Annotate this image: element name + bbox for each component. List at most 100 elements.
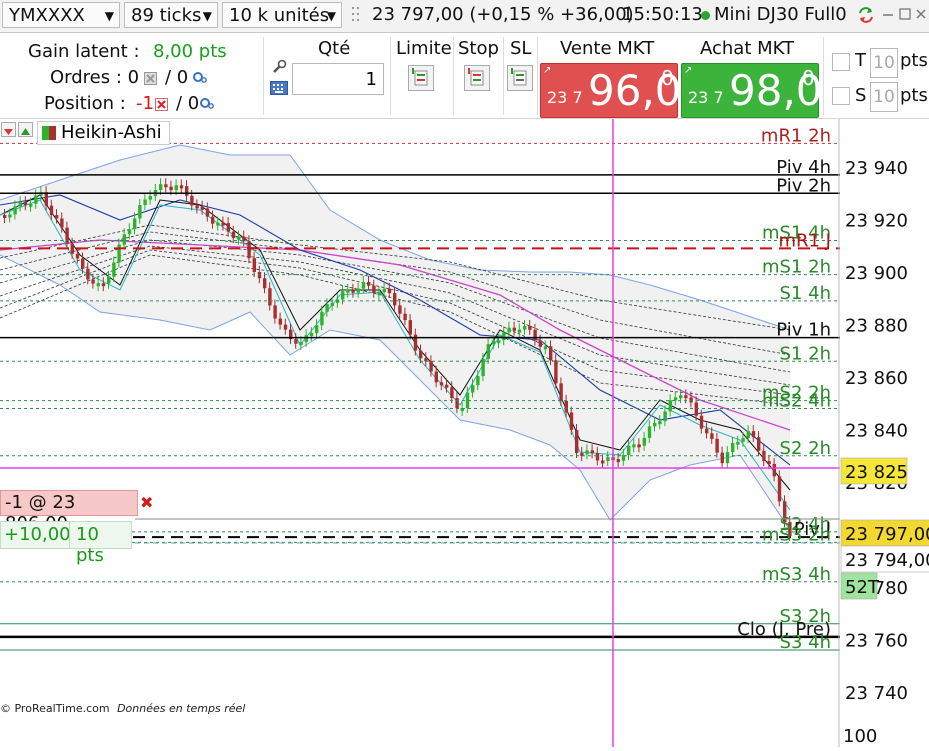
candle-body — [179, 185, 184, 189]
instrument-dropdown[interactable]: YMXXXX ▼ — [2, 2, 120, 28]
candle-body — [86, 268, 90, 280]
status-dot-icon — [701, 11, 710, 20]
candle-body — [616, 459, 620, 463]
units-dropdown[interactable]: 10 k unités ▼ — [222, 2, 342, 28]
candle-body — [757, 437, 761, 451]
stop-loss-icon[interactable] — [507, 65, 533, 91]
stop-loss-checkbox[interactable] — [832, 87, 850, 105]
candle-body — [517, 329, 522, 333]
candle-body — [96, 283, 100, 287]
candle-body — [231, 231, 236, 239]
candle-body — [320, 311, 324, 326]
level-label: Piv 2h — [776, 175, 831, 196]
bull-swatch-icon — [42, 126, 49, 140]
candle-body — [356, 288, 360, 293]
close-position-icon[interactable]: ✖ — [140, 493, 153, 512]
candle-body — [211, 216, 215, 224]
divider — [823, 37, 824, 115]
minimize-icon[interactable] — [881, 6, 895, 20]
sell-market-button[interactable]: ↗ 23 7 96,0 0 — [540, 63, 682, 118]
stop-loss-input[interactable]: 10 — [870, 82, 898, 112]
candle-body — [164, 184, 168, 188]
sell-price-sup: 0 — [661, 66, 674, 90]
candle-body — [491, 340, 496, 345]
candle-body — [221, 222, 225, 226]
candle-body — [387, 288, 392, 294]
take-profit-checkbox[interactable] — [832, 53, 850, 71]
candle-body — [528, 325, 532, 330]
candle-body — [731, 442, 735, 453]
sell-price-small: 23 7 — [547, 88, 583, 107]
limit-order-icon[interactable] — [408, 65, 434, 91]
candle-body — [408, 320, 412, 335]
product-name: Mini DJ30 Full0 — [701, 4, 847, 25]
ticks-label: 89 ticks — [131, 5, 202, 26]
buy-market-button[interactable]: ↗ 23 7 98,0 0 — [681, 63, 823, 118]
close-position-icon[interactable] — [155, 96, 168, 111]
candle-body — [647, 426, 652, 438]
chart-canvas[interactable]: mR1 2hPiv 4hPiv 2hmS1 4hmR1 JmS1 2hS1 4h… — [0, 119, 929, 747]
candle-body — [663, 411, 667, 422]
product-label: Mini DJ30 Full0 — [714, 4, 847, 25]
level-label: S3 4h — [780, 632, 831, 653]
candle-body — [393, 293, 397, 306]
candle-body — [751, 431, 756, 438]
wrench-icon[interactable] — [270, 58, 288, 76]
candle-body — [497, 340, 501, 344]
keyboard-icon[interactable] — [270, 80, 288, 95]
candle-body — [283, 324, 288, 330]
candle-body — [299, 341, 303, 345]
t-label: T — [855, 50, 866, 71]
candle-body — [419, 350, 423, 359]
candle-body — [720, 452, 724, 464]
quantity-input[interactable] — [292, 63, 384, 95]
candle-body — [263, 278, 267, 289]
buy-label: Achat MKT — [700, 38, 795, 59]
collapse-down-icon[interactable] — [1, 122, 16, 137]
clock-time: 15:50:13 — [622, 4, 703, 25]
cancel-orders-icon[interactable] — [144, 70, 157, 85]
ticks-dropdown[interactable]: 89 ticks ▼ — [124, 2, 218, 28]
position-tag[interactable]: -1 @ 23 806,00 — [0, 490, 138, 534]
close-icon[interactable] — [914, 6, 928, 20]
candle-body — [143, 199, 147, 206]
bear-swatch-icon — [49, 126, 56, 140]
candle-body — [127, 229, 132, 235]
stop-order-icon[interactable] — [464, 65, 490, 91]
candle-body — [741, 438, 745, 442]
candle-body — [195, 205, 199, 209]
candle-body — [746, 431, 750, 439]
gear-icon[interactable] — [198, 95, 214, 111]
level-label: S2 2h — [780, 438, 831, 459]
candle-body — [398, 305, 402, 314]
candle-body — [486, 344, 490, 359]
price-change: 23 797,00 (+0,15 % +36,00) — [372, 4, 634, 25]
candle-body — [200, 206, 204, 210]
candle-body — [777, 476, 782, 502]
candle-body — [585, 450, 589, 455]
take-profit-input[interactable]: 10 — [870, 48, 898, 78]
candle-body — [694, 402, 698, 416]
collapse-up-icon[interactable] — [18, 122, 33, 137]
price-chart[interactable]: mR1 2h Piv 4h Piv 2h mS1 4h mR1 JmS1 2h S1 4h… — [0, 119, 929, 747]
realtime-note: Données en temps réel — [117, 702, 246, 715]
chevron-down-icon: ▼ — [104, 9, 114, 23]
candle-body — [8, 214, 12, 218]
heikin-ashi-tag[interactable]: Heikin-Ashi — [37, 121, 170, 145]
candle-body — [533, 329, 537, 341]
gear-icon[interactable] — [191, 69, 207, 85]
candle-body — [273, 305, 277, 319]
candle-body — [632, 444, 636, 448]
candle-body — [257, 271, 262, 279]
refresh-icon[interactable] — [856, 5, 876, 25]
limit-label: Limite — [396, 38, 452, 59]
chart-footer: © ProRealTime.com Données en temps réel — [0, 702, 245, 715]
gain-label: Gain latent : — [28, 41, 140, 62]
level-label: mS1 2h — [762, 257, 831, 278]
candle-body — [439, 382, 444, 386]
maximize-icon[interactable] — [898, 6, 912, 20]
candle-body — [512, 327, 516, 331]
position-label: Position : — [44, 93, 126, 114]
candle-body — [117, 244, 121, 263]
position-value: -1 — [136, 93, 154, 114]
